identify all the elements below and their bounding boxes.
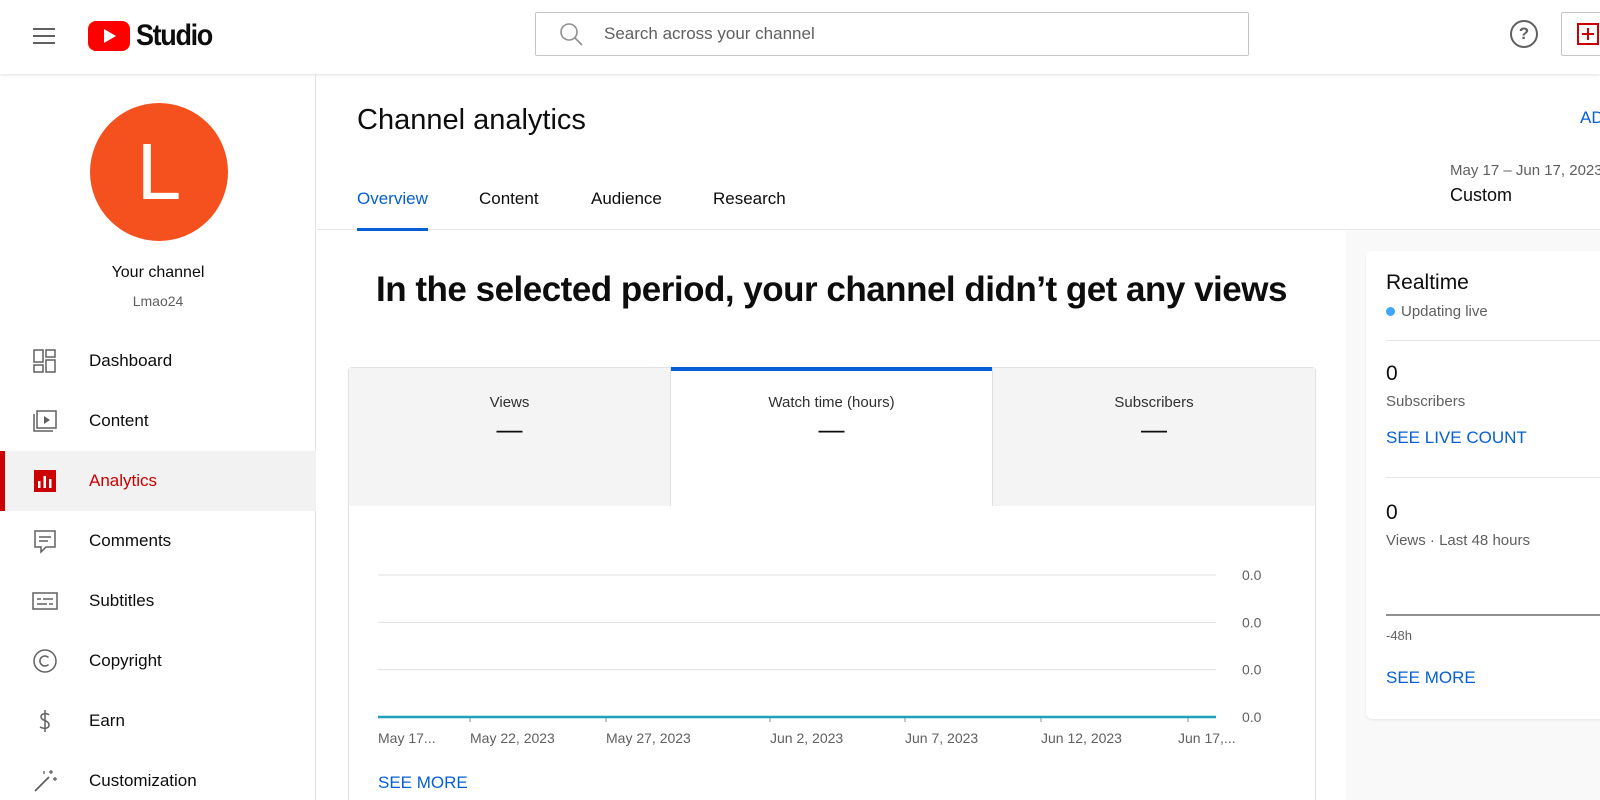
sidebar-item-label: Subtitles [89, 591, 155, 610]
realtime-views-value: 0 [1386, 501, 1398, 524]
youtube-logo-icon [88, 21, 130, 51]
channel-name: Lmao24 [132, 293, 184, 309]
sidebar-item-comments[interactable]: Comments [0, 511, 316, 571]
y-tick-label: 0.0 [1242, 662, 1262, 678]
sidebar-item-earn[interactable]: Earn [0, 691, 316, 751]
metric-value: — [818, 414, 845, 444]
page-title: Channel analytics [357, 104, 586, 136]
date-range-type[interactable]: Custom [1450, 185, 1512, 206]
sidebar-item-customization[interactable]: Customization [0, 751, 316, 800]
comments-icon [34, 530, 56, 554]
realtime-card: Realtime Updating live 0 Subscribers SEE… [1366, 251, 1600, 719]
logo-text: Studio [136, 19, 213, 52]
dashboard-icon [33, 349, 56, 373]
create-button[interactable] [1561, 12, 1600, 56]
metric-value: — [496, 414, 523, 444]
channel-title: Your channel [111, 264, 205, 281]
sidebar-item-label: Customization [89, 771, 197, 790]
hamburger-menu-icon[interactable] [28, 20, 60, 52]
date-range-value[interactable]: May 17 – Jun 17, 2023 [1450, 162, 1600, 179]
earn-icon [39, 710, 50, 732]
metric-subscribers[interactable]: Subscribers — [993, 368, 1315, 506]
sidebar-item-label: Earn [89, 711, 125, 730]
realtime-axis-label: -48h [1386, 628, 1413, 643]
see-more-button[interactable]: SEE MORE [378, 773, 468, 793]
realtime-status: Updating live [1386, 303, 1488, 320]
x-tick-label: May 17... [378, 730, 436, 746]
customization-icon [34, 770, 57, 792]
sidebar-item-label: Comments [89, 531, 172, 550]
metric-views[interactable]: Views — [349, 368, 671, 506]
divider [1386, 340, 1600, 341]
y-tick-label: 0.0 [1242, 614, 1262, 630]
metric-label: Views [489, 394, 530, 411]
tab-overview[interactable]: Overview [357, 189, 428, 231]
x-tick-label: Jun 2, 2023 [770, 730, 843, 746]
sidebar: L Your channel Lmao24 Dashboard Content … [0, 74, 316, 800]
sidebar-item-label: Content [89, 411, 149, 430]
x-tick-label: Jun 17,... [1178, 730, 1236, 746]
subtitles-icon [32, 592, 58, 610]
sidebar-item-label: Copyright [89, 651, 162, 670]
realtime-see-more-button[interactable]: SEE MORE [1386, 668, 1476, 688]
tab-audience[interactable]: Audience [591, 189, 662, 209]
realtime-subscribers-label: Subscribers [1386, 393, 1466, 410]
x-tick-label: Jun 7, 2023 [905, 730, 978, 746]
sidebar-item-analytics[interactable]: Analytics [0, 451, 316, 511]
help-icon[interactable]: ? [1510, 20, 1538, 48]
sidebar-item-content[interactable]: Content [0, 391, 316, 451]
tab-content[interactable]: Content [479, 189, 539, 209]
see-live-count-button[interactable]: SEE LIVE COUNT [1386, 428, 1527, 448]
metric-label: Subscribers [1114, 394, 1194, 411]
metric-value: — [1141, 414, 1167, 444]
realtime-views-label: Views · Last 48 hours [1386, 532, 1530, 549]
divider [1386, 477, 1600, 478]
search-input[interactable] [604, 24, 1204, 44]
search-icon [560, 23, 583, 46]
sidebar-item-label: Analytics [89, 471, 158, 490]
y-tick-label: 0.0 [1242, 567, 1262, 583]
metric-label: Watch time (hours) [768, 394, 895, 411]
x-tick-label: May 22, 2023 [470, 730, 555, 746]
copyright-icon [33, 649, 57, 673]
search-bar[interactable] [535, 12, 1249, 56]
top-bar: Studio ? [0, 0, 1600, 74]
watch-time-chart: 0.0 0.0 0.0 0.0 May 17... May 22, 2023 May 27,… [378, 567, 1262, 746]
y-tick-label: 0.0 [1242, 709, 1262, 725]
realtime-title: Realtime [1386, 271, 1469, 294]
sidebar-item-label: Dashboard [89, 351, 173, 370]
realtime-status-text: Updating live [1401, 303, 1488, 320]
metric-watch-time[interactable]: Watch time (hours) — [671, 367, 993, 506]
analytics-tabs: Overview Content Audience Research [317, 170, 1600, 231]
avatar[interactable]: L [90, 103, 228, 241]
no-views-headline: In the selected period, your channel did… [376, 270, 1287, 309]
live-dot-icon [1386, 307, 1395, 316]
x-tick-label: Jun 12, 2023 [1041, 730, 1122, 746]
content-icon [33, 410, 57, 432]
tab-research[interactable]: Research [713, 189, 786, 209]
create-video-icon [1577, 23, 1599, 45]
x-tick-label: May 27, 2023 [606, 730, 691, 746]
youtube-studio-logo[interactable]: Studio [88, 17, 220, 55]
realtime-subscribers-value: 0 [1386, 362, 1398, 385]
sidebar-item-subtitles[interactable]: Subtitles [0, 571, 316, 631]
sidebar-item-dashboard[interactable]: Dashboard [0, 331, 316, 391]
analytics-icon [34, 470, 56, 492]
realtime-chart-axis [1386, 614, 1600, 616]
advanced-mode-link[interactable]: AD [1580, 108, 1600, 128]
sidebar-item-copyright[interactable]: Copyright [0, 631, 316, 691]
